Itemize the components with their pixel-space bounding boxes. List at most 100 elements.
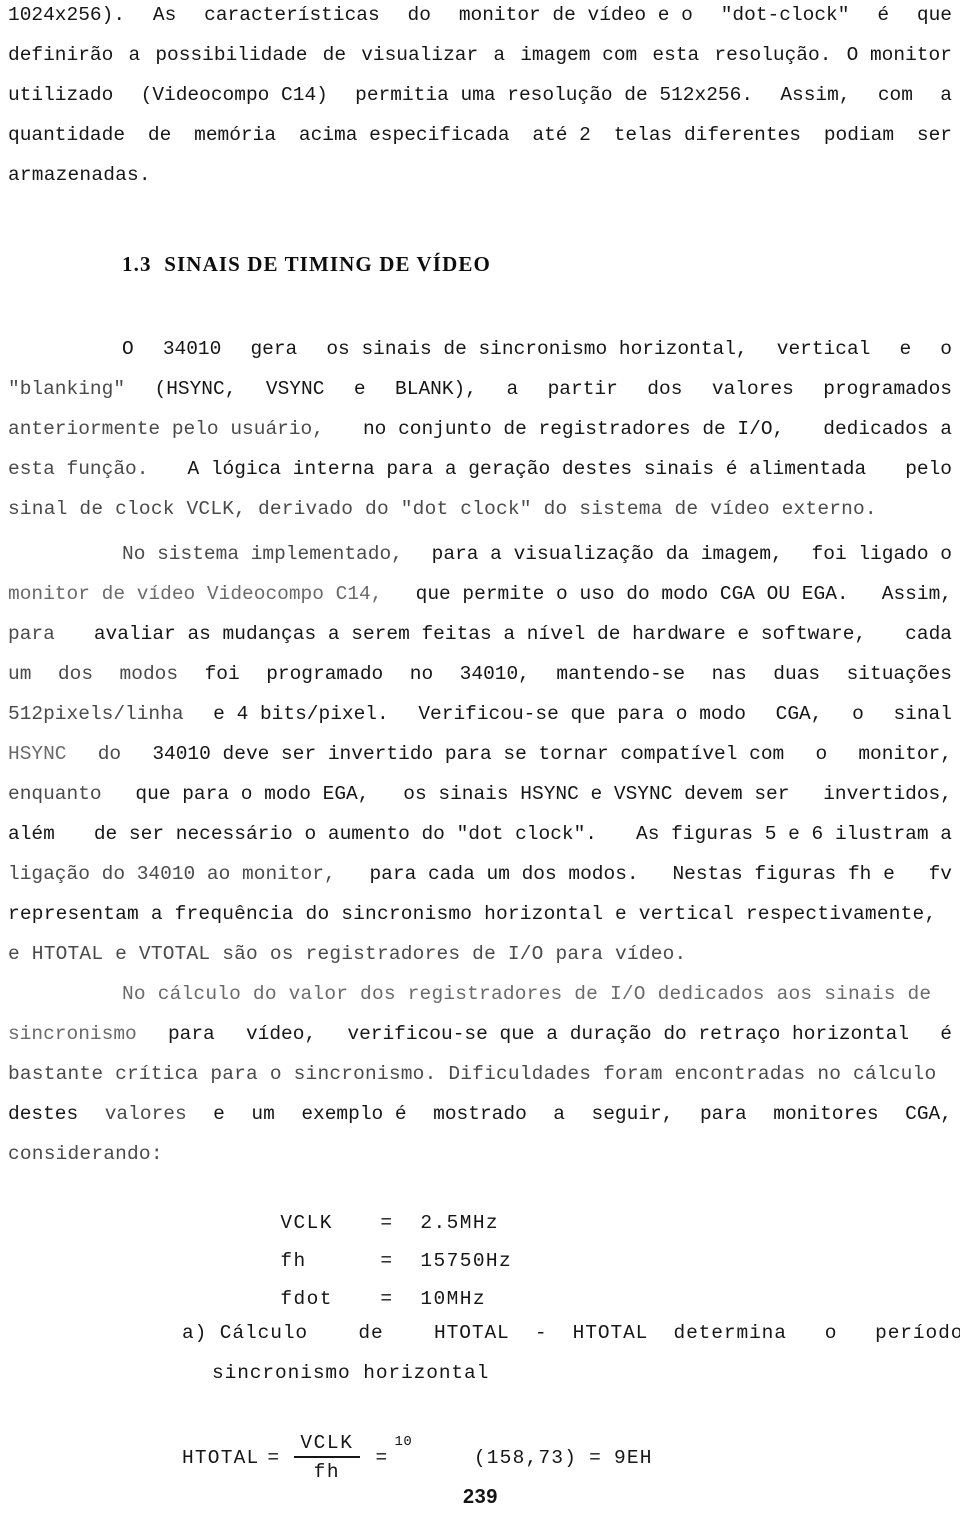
text-run: visualizar	[361, 44, 479, 66]
text-run: VSYNC	[265, 378, 325, 400]
text-run: esta	[652, 44, 700, 66]
paragraph-line: HSYNC do 34010 deve ser invertido para s…	[8, 743, 952, 765]
text-run: As figuras 5 e 6 ilustram a	[636, 823, 952, 845]
text-run: além	[8, 823, 55, 845]
equals-sign: =	[375, 1447, 389, 1469]
text-run: partir	[547, 378, 618, 400]
text-run: monitor de vídeo Videocompo C14,	[8, 583, 383, 605]
text-run: um	[8, 663, 32, 685]
text-run: foi ligado o	[811, 543, 952, 565]
text-run: dos	[57, 663, 94, 685]
text-run: vídeo,	[245, 1023, 317, 1045]
text-run: "blanking"	[8, 378, 126, 400]
paragraph-line: definirão a possibilidade de visualizar …	[8, 44, 952, 66]
text-run: monitor de vídeo e o	[458, 4, 693, 26]
text-run: podiam	[823, 124, 895, 146]
text-run: um	[251, 1103, 275, 1125]
paragraph-line: armazenadas.	[8, 164, 151, 186]
text-run: para	[8, 623, 55, 645]
text-run: os sinais de sincronismo horizontal,	[326, 338, 748, 360]
text-run: o	[940, 338, 952, 360]
text-run: verificou-se que a duração do retraço ho…	[347, 1023, 910, 1045]
paragraph-line: sinal de clock VCLK, derivado do "dot cl…	[8, 498, 877, 520]
htotal-equation: HTOTAL = VCLK fh = (158,73) 10 = 9EH	[182, 1425, 653, 1491]
text-run: dedicados a	[823, 418, 952, 440]
text-run: O monitor	[846, 44, 952, 66]
text-run: modos	[119, 663, 179, 685]
text-run: 34010	[162, 338, 222, 360]
text-run: possibilidade	[155, 44, 308, 66]
text-run: e	[353, 378, 366, 400]
paragraph-line: monitor de vídeo Videocompo C14, que per…	[8, 583, 952, 605]
text-run: avaliar as mudanças a serem feitas a nív…	[93, 623, 867, 645]
text-run: e 4 bits/pixel.	[213, 703, 389, 725]
text-run: foi	[204, 663, 240, 685]
text-run: sincronismo	[8, 1023, 137, 1045]
page-number: 239	[463, 1486, 498, 1508]
text-run: invertidos,	[823, 783, 952, 805]
text-run: a	[940, 84, 952, 106]
sub-item-a-line1: a) Cálculo de HTOTAL - HTOTAL determina …	[182, 1322, 960, 1344]
scanned-document-page: 1024x256). As características do monitor…	[0, 0, 960, 1531]
text-run: anteriormente pelo usuário,	[8, 418, 324, 440]
paragraph-line: destes valores e um exemplo é mostrado a…	[8, 1103, 952, 1125]
text-run: quantidade	[8, 124, 126, 146]
text-run: com	[877, 84, 913, 106]
text-run: programado	[266, 663, 384, 685]
text-run: de	[147, 124, 172, 146]
text-run: monitor,	[858, 743, 952, 765]
equation-lhs: HTOTAL	[182, 1447, 260, 1469]
text-run: que permite o uso do modo CGA OU EGA.	[415, 583, 849, 605]
paragraph-line: bastante crítica para o sincronismo. Dif…	[8, 1063, 937, 1085]
text-run: dos	[647, 378, 683, 400]
constant-value-text: 10MHz	[420, 1288, 486, 1310]
text-run: é	[940, 1023, 952, 1045]
text-run: mostrado	[433, 1103, 527, 1125]
text-run: (Videocompo C14)	[140, 84, 328, 106]
paragraph-line: No sistema implementado, para a visualiz…	[122, 543, 952, 565]
text-run: valores	[711, 378, 794, 400]
text-run: CGA,	[775, 703, 823, 725]
text-run: pelo	[905, 458, 952, 480]
paragraph-line: esta função. A lógica interna para a ger…	[8, 458, 952, 480]
text-run: utilizado	[8, 84, 114, 106]
text-run: que	[916, 4, 952, 26]
paragraph-line: No cálculo do valor dos registradores de…	[122, 983, 932, 1005]
text-run: BLANK),	[395, 378, 477, 400]
text-run: duas	[773, 663, 821, 685]
text-run: cada	[905, 623, 952, 645]
text-run: 34010,	[459, 663, 530, 685]
text-run: do	[407, 4, 431, 26]
text-run: As	[152, 4, 177, 26]
text-run: a	[493, 44, 506, 66]
text-run: CGA,	[905, 1103, 952, 1125]
text-run: destes	[8, 1103, 79, 1125]
text-run: no	[409, 663, 434, 685]
text-run: e	[213, 1103, 225, 1125]
paragraph-line: anteriormente pelo usuário, no conjunto …	[8, 418, 952, 440]
text-run: gera	[250, 338, 298, 360]
text-run: O	[122, 338, 134, 360]
text-run: e	[899, 338, 912, 360]
text-run: sinal	[893, 703, 952, 725]
paragraph-line: considerando:	[8, 1143, 163, 1165]
paragraph-line: além de ser necessário o aumento do "dot…	[8, 823, 952, 845]
text-run: permitia uma resolução de 512x256.	[355, 84, 754, 106]
sub-item-a-line2: sincronismo horizontal	[212, 1362, 490, 1384]
hex-value: 9EH	[614, 1447, 653, 1469]
text-run: é	[877, 4, 890, 26]
fraction: VCLK fh	[294, 1432, 360, 1483]
text-run: telas diferentes	[613, 124, 801, 146]
equals-sign: =	[589, 1447, 602, 1469]
text-run: ser	[916, 124, 952, 146]
text-run: resolução.	[714, 44, 832, 66]
text-run: de ser necessário o aumento do "dot cloc…	[93, 823, 598, 845]
text-run: seguir,	[591, 1103, 674, 1125]
text-run: 34010 deve ser invertido para se tornar …	[152, 743, 785, 765]
text-run: definirão	[8, 44, 114, 66]
paragraph-line: ligação do 34010 ao monitor, para cada u…	[8, 863, 952, 885]
text-run: acima especificada	[298, 124, 510, 146]
paragraph-line: quantidade de memória acima especificada…	[8, 124, 952, 146]
text-run: até 2	[532, 124, 591, 146]
text-run: para cada um dos modos.	[369, 863, 639, 885]
